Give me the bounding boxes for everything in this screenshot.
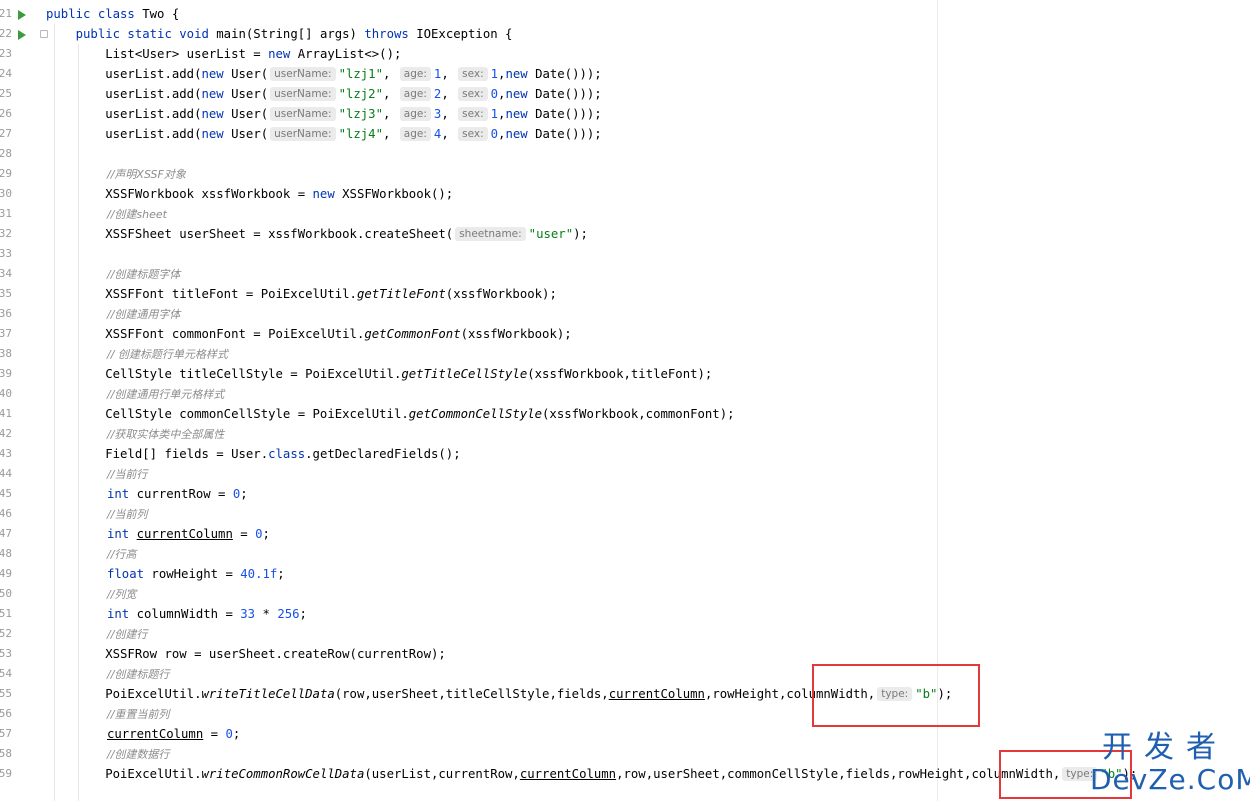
line-number: 45 (0, 487, 12, 500)
line-number: 32 (0, 227, 12, 240)
line-number: 44 (0, 467, 12, 480)
param-hint: age: (399, 67, 431, 81)
code-line: PoiExcelUtil.writeCommonRowCellData(user… (46, 767, 1138, 781)
line-number: 50 (0, 587, 12, 600)
line-number: 26 (0, 107, 12, 120)
line-number: 39 (0, 367, 12, 380)
code-line: int columnWidth = 33 * 256; (107, 607, 307, 621)
line-number: 41 (0, 407, 12, 420)
watermark-bottom-text: DevZe.CoM (1090, 763, 1250, 796)
line-number: 51 (0, 607, 12, 620)
line-number: 36 (0, 307, 12, 320)
param-hint: age: (399, 87, 431, 101)
line-number: 27 (0, 127, 12, 140)
line-number: 24 (0, 67, 12, 80)
highlight-box-title-type-param (812, 664, 980, 727)
code-comment: // 创建标题行单元格样式 (107, 348, 228, 361)
param-hint: age: (399, 107, 431, 121)
line-number: 33 (0, 247, 12, 260)
line-number: 22 (0, 27, 12, 40)
line-number: 35 (0, 287, 12, 300)
line-number: 59 (0, 767, 12, 780)
line-number: 37 (0, 327, 12, 340)
code-line: userList.add(new User(userName: "lzj1", a… (46, 67, 602, 81)
line-number: 31 (0, 207, 12, 220)
line-number: 47 (0, 527, 12, 540)
code-line: XSSFRow row = userSheet.createRow(curren… (46, 647, 446, 661)
param-hint: age: (399, 127, 431, 141)
code-line: public static void main(String[] args) t… (46, 27, 513, 41)
code-line: currentColumn = 0; (107, 727, 241, 741)
line-number: 55 (0, 687, 12, 700)
param-hint: sheetname: (455, 227, 526, 241)
code-line: CellStyle commonCellStyle = PoiExcelUtil… (46, 407, 735, 421)
site-watermark-logo: 开发者 DevZe.CoM (1090, 730, 1250, 796)
param-hint: sex: (458, 127, 488, 141)
code-line: float rowHeight = 40.1f; (107, 567, 285, 581)
code-comment: //创建通用行单元格样式 (107, 388, 225, 401)
line-number: 56 (0, 707, 12, 720)
line-number: 46 (0, 507, 12, 520)
line-number: 25 (0, 87, 12, 100)
line-number: 48 (0, 547, 12, 560)
param-hint: sex: (458, 107, 488, 121)
code-line: List<User> userList = new ArrayList<>(); (46, 47, 402, 61)
param-hint: sex: (458, 87, 488, 101)
code-comment: //创建标题行 (107, 668, 170, 681)
code-comment: //行高 (107, 548, 137, 561)
code-comment: //当前列 (107, 508, 148, 521)
code-comment: //创建通用字体 (107, 308, 181, 321)
code-line: int currentRow = 0; (107, 487, 248, 501)
code-comment: //创建sheet (107, 208, 167, 221)
line-number: 34 (0, 267, 12, 280)
code-line: XSSFWorkbook xssfWorkbook = new XSSFWork… (46, 187, 454, 201)
code-line: XSSFSheet userSheet = xssfWorkbook.creat… (46, 227, 588, 241)
line-number-gutter: 21 22 23 24 25 26 27 28 29 30 31 32 33 34 35 36 37 38 39 40… (0, 0, 48, 801)
code-line: XSSFFont titleFont = PoiExcelUtil.getTit… (46, 287, 557, 301)
line-number: 38 (0, 347, 12, 360)
code-comment: //列宽 (107, 588, 137, 601)
code-line: userList.add(new User(userName: "lzj3", a… (46, 107, 602, 121)
line-number: 53 (0, 647, 12, 660)
code-line: userList.add(new User(userName: "lzj4", a… (46, 127, 602, 141)
param-hint: userName: (270, 87, 336, 101)
param-hint: userName: (270, 67, 336, 81)
line-number: 58 (0, 747, 12, 760)
code-line: int currentColumn = 0; (107, 527, 270, 541)
line-number: 57 (0, 727, 12, 740)
line-number: 43 (0, 447, 12, 460)
line-number: 21 (0, 7, 12, 20)
line-number: 29 (0, 167, 12, 180)
line-number: 54 (0, 667, 12, 680)
code-line: CellStyle titleCellStyle = PoiExcelUtil.… (46, 367, 713, 381)
param-hint: userName: (270, 107, 336, 121)
watermark-top-text: 开发者 (1102, 730, 1228, 765)
code-line: Field[] fields = User.class.getDeclaredF… (46, 447, 461, 461)
code-comment: //创建数据行 (107, 748, 170, 761)
param-hint: sex: (458, 67, 488, 81)
code-comment: //创建标题字体 (107, 268, 181, 281)
code-comment: //创建行 (107, 628, 148, 641)
code-line: XSSFFont commonFont = PoiExcelUtil.getCo… (46, 327, 572, 341)
line-number: 49 (0, 567, 12, 580)
line-number: 40 (0, 387, 12, 400)
param-hint: userName: (270, 127, 336, 141)
code-line: userList.add(new User(userName: "lzj2", a… (46, 87, 602, 101)
code-comment: //重置当前列 (107, 708, 170, 721)
code-comment: //当前行 (107, 468, 148, 481)
run-class-icon[interactable] (18, 10, 26, 20)
line-number: 28 (0, 147, 12, 160)
code-editor[interactable]: public class Two { public static void ma… (46, 0, 1250, 801)
code-line: public class Two { (46, 7, 180, 21)
run-main-icon[interactable] (18, 30, 26, 40)
line-number: 42 (0, 427, 12, 440)
code-comment: //获取实体类中全部属性 (107, 428, 225, 441)
line-number: 52 (0, 627, 12, 640)
line-number: 23 (0, 47, 12, 60)
code-comment: //声明XSSF对象 (107, 168, 186, 181)
line-number: 30 (0, 187, 12, 200)
